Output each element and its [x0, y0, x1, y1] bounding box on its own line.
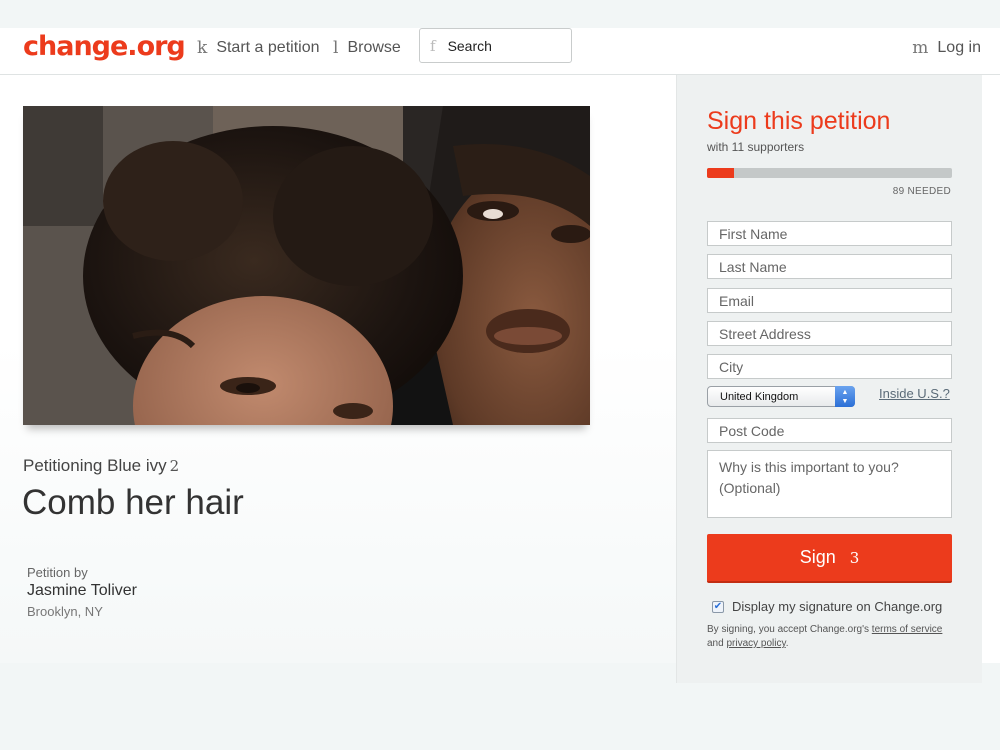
top-band [0, 0, 1000, 28]
street-address-field[interactable] [707, 321, 952, 346]
reason-textarea[interactable] [707, 450, 952, 518]
footer-band [0, 683, 1000, 750]
signature-progress-bar [707, 168, 952, 178]
petitioning-label: Petitioning Blue ivy [23, 456, 167, 475]
nav-login-label: Log in [937, 39, 981, 56]
search-icon: f [430, 36, 436, 55]
nav-start-petition[interactable]: k Start a petition [197, 38, 319, 58]
login-icon: m [912, 38, 929, 58]
legal-and: and [707, 638, 724, 649]
search-box[interactable]: f [419, 28, 572, 63]
signature-progress-fill [707, 168, 734, 178]
supporters-count: with 11 supporters [707, 140, 805, 154]
last-name-field[interactable] [707, 254, 952, 279]
legal-notice: By signing, you accept Change.org's term… [707, 623, 957, 651]
display-signature-label: Display my signature on Change.org [732, 599, 943, 614]
petition-location: Brooklyn, NY [27, 604, 103, 619]
browse-icon: l [333, 38, 339, 58]
checkmark-icon: ✔ [713, 600, 723, 612]
petition-photo [23, 106, 590, 425]
display-signature-row: ✔ Display my signature on Change.org [712, 599, 942, 614]
nav-login[interactable]: m Log in [912, 38, 981, 58]
first-name-field[interactable] [707, 221, 952, 246]
start-petition-icon: k [197, 38, 208, 58]
legal-prefix: By signing, you accept Change.org's [707, 624, 870, 635]
legal-suffix: . [785, 638, 789, 649]
signatures-needed: 89 NEEDED [892, 186, 951, 197]
select-arrows-icon: ▲ ▼ [835, 386, 855, 407]
petition-photo-image [23, 106, 590, 425]
display-signature-checkbox[interactable]: ✔ [712, 600, 724, 613]
change-org-logo[interactable]: change.org [23, 31, 186, 62]
petitioning-target: Petitioning Blue ivy 2 [23, 456, 179, 476]
city-field[interactable] [707, 354, 952, 379]
post-code-field[interactable] [707, 418, 952, 443]
terms-of-service-link[interactable]: terms of service [872, 624, 943, 635]
nav-browse[interactable]: l Browse [333, 38, 401, 58]
nav-start-petition-label: Start a petition [216, 39, 320, 56]
privacy-policy-link[interactable]: privacy policy [726, 638, 785, 649]
target-info-icon[interactable]: 2 [170, 457, 180, 475]
site-header: change.org k Start a petition l Browse f… [0, 28, 1000, 75]
country-select-value: United Kingdom [720, 391, 799, 403]
petition-title: Comb her hair [22, 483, 244, 522]
sign-sidebar: Sign this petition with 11 supporters 89… [676, 75, 982, 683]
sign-arrow-icon: 3 [849, 548, 860, 567]
sign-button-label: Sign [799, 547, 836, 567]
nav-browse-label: Browse [347, 39, 401, 56]
inside-us-link[interactable]: Inside U.S.? [879, 386, 950, 401]
country-select[interactable]: United Kingdom ▲ ▼ [707, 386, 855, 407]
sign-heading: Sign this petition [707, 107, 891, 135]
sign-button[interactable]: Sign 3 [707, 534, 952, 583]
petition-author: Jasmine Toliver [27, 582, 137, 599]
search-input[interactable] [447, 37, 548, 54]
email-field[interactable] [707, 288, 952, 313]
petition-by-label: Petition by [27, 565, 88, 580]
